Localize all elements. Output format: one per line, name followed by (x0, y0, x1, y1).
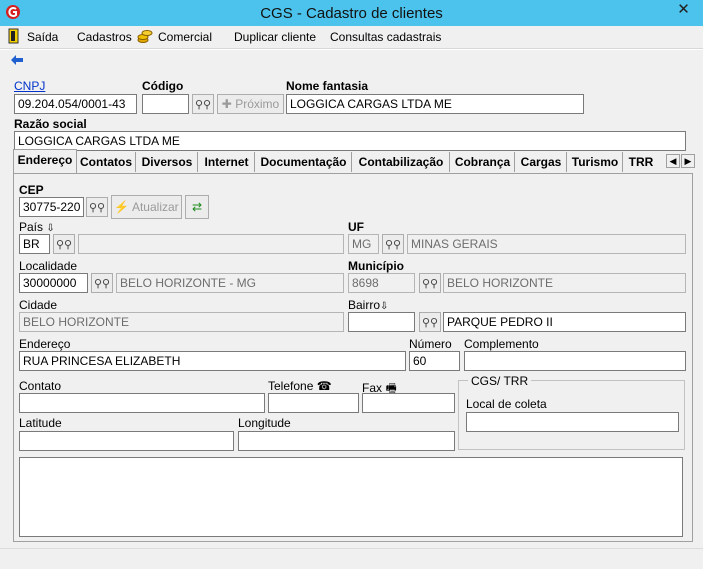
codigo-input[interactable] (142, 94, 189, 114)
pais-description (78, 234, 344, 254)
coins-icon (137, 30, 153, 43)
codigo-label: Código (142, 79, 184, 93)
razao-social-label: Razão social (14, 117, 87, 131)
toolbar-divider (0, 48, 703, 50)
tab-diversos[interactable]: Diversos (137, 152, 198, 172)
longitude-input[interactable] (238, 431, 455, 451)
tab-cobranca[interactable]: Cobrança (451, 152, 515, 172)
binoculars-icon: ⚲⚲ (421, 317, 439, 329)
menu-saida[interactable]: Saída (27, 30, 58, 44)
arrow-down-icon: ⇩ (380, 301, 389, 312)
municipio-input[interactable]: 8698 (348, 273, 415, 293)
telefone-label-text: Telefone (268, 379, 314, 393)
binoculars-icon: ⚲⚲ (88, 202, 106, 214)
proximo-label: Próximo (235, 97, 280, 111)
arrow-down-icon: ⇩ (46, 223, 55, 234)
cidade-input[interactable]: BELO HORIZONTE (19, 312, 344, 332)
complemento-input[interactable] (464, 351, 686, 371)
tab-trr[interactable]: TRR (624, 152, 658, 172)
tab-contabilizacao[interactable]: Contabilização (353, 152, 450, 172)
endereco-input[interactable]: RUA PRINCESA ELIZABETH (19, 351, 406, 371)
tab-internet[interactable]: Internet (199, 152, 255, 172)
cgs-trr-label: CGS/ TRR (468, 374, 532, 388)
endereco-label: Endereço (19, 337, 71, 351)
razao-social-input[interactable]: LOGGICA CARGAS LTDA ME (14, 131, 686, 151)
search-pais-button[interactable]: ⚲⚲ (53, 234, 75, 254)
proximo-button[interactable]: ✚ Próximo (217, 94, 284, 114)
tab-strip: Endereço Contatos Diversos Internet Docu… (13, 149, 697, 174)
municipio-description: BELO HORIZONTE (443, 273, 686, 293)
search-municipio-button[interactable]: ⚲⚲ (419, 273, 441, 293)
contato-label: Contato (19, 379, 62, 393)
bairro-label: Bairro⇩ (348, 298, 388, 312)
search-uf-button[interactable]: ⚲⚲ (382, 234, 404, 254)
phone-icon: ☎ (316, 379, 332, 393)
cep-input[interactable]: 30775-220 (19, 197, 84, 217)
tab-scroll-left-icon[interactable]: ◀ (666, 154, 680, 168)
numero-label: Número (409, 337, 452, 351)
navigate-icon[interactable] (10, 54, 24, 66)
pais-label-text: País (19, 220, 44, 234)
latitude-label: Latitude (19, 416, 62, 430)
search-bairro-button[interactable]: ⚲⚲ (419, 312, 441, 332)
tab-cargas[interactable]: Cargas (516, 152, 567, 172)
search-codigo-button[interactable]: ⚲⚲ (192, 94, 214, 114)
fax-input[interactable] (362, 393, 455, 413)
localidade-input[interactable]: 30000000 (19, 273, 88, 293)
binoculars-icon: ⚲⚲ (421, 278, 439, 290)
localidade-description: BELO HORIZONTE - MG (116, 273, 344, 293)
contato-input[interactable] (19, 393, 265, 413)
exit-door-icon (8, 28, 19, 44)
lightning-icon: ⚡ (114, 200, 132, 214)
telefone-input[interactable] (268, 393, 359, 413)
tab-scroll-right-icon[interactable]: ▶ (681, 154, 695, 168)
search-cep-button[interactable]: ⚲⚲ (86, 197, 108, 217)
tab-turismo[interactable]: Turismo (568, 152, 623, 172)
nome-fantasia-input[interactable]: LOGGICA CARGAS LTDA ME (286, 94, 584, 114)
municipio-label: Município (348, 259, 404, 273)
status-bar (0, 548, 703, 569)
plus-icon: ✚ (221, 97, 236, 111)
local-coleta-label: Local de coleta (466, 397, 547, 411)
local-coleta-input[interactable] (466, 412, 679, 432)
observacoes-textarea[interactable] (19, 457, 683, 537)
numero-input[interactable]: 60 (409, 351, 460, 371)
atualizar-label: Atualizar (131, 200, 179, 214)
atualizar-button[interactable]: ⚡ Atualizar (111, 195, 182, 219)
binoculars-icon: ⚲⚲ (194, 99, 212, 111)
menu-comercial[interactable]: Comercial (158, 30, 212, 44)
bairro-input[interactable] (348, 312, 415, 332)
nome-fantasia-label: Nome fantasia (286, 79, 369, 93)
uf-input[interactable]: MG (348, 234, 379, 254)
cnpj-label[interactable]: CNPJ (14, 79, 45, 93)
window-title: CGS - Cadastro de clientes (260, 5, 443, 22)
menu-consultas-cadastrais[interactable]: Consultas cadastrais (330, 30, 441, 44)
menu-cadastros[interactable]: Cadastros (77, 30, 132, 44)
menu-duplicar-cliente[interactable]: Duplicar cliente (234, 30, 316, 44)
tab-contatos[interactable]: Contatos (77, 152, 136, 172)
tab-endereco[interactable]: Endereço (13, 149, 77, 173)
cnpj-input[interactable]: 09.204.054/0001-43 (14, 94, 137, 114)
localidade-label: Localidade (19, 259, 78, 273)
telefone-label: Telefone ☎ (268, 379, 332, 393)
close-button[interactable]: ✕ (664, 0, 703, 20)
binoculars-icon: ⚲⚲ (55, 239, 73, 251)
complemento-label: Complemento (464, 337, 539, 351)
binoculars-icon: ⚲⚲ (93, 278, 111, 290)
binoculars-icon: ⚲⚲ (384, 239, 402, 251)
pais-label: País ⇩ (19, 220, 55, 234)
cep-label: CEP (19, 183, 44, 197)
tab-documentacao[interactable]: Documentação (256, 152, 352, 172)
refresh-icon[interactable]: ⇄ (185, 195, 209, 219)
cidade-label: Cidade (19, 298, 58, 312)
uf-label: UF (348, 220, 364, 234)
longitude-label: Longitude (238, 416, 291, 430)
bairro-description: PARQUE PEDRO II (443, 312, 686, 332)
search-localidade-button[interactable]: ⚲⚲ (91, 273, 113, 293)
pais-input[interactable]: BR (19, 234, 50, 254)
bairro-label-text: Bairro (348, 298, 381, 312)
latitude-input[interactable] (19, 431, 234, 451)
uf-description: MINAS GERAIS (407, 234, 686, 254)
